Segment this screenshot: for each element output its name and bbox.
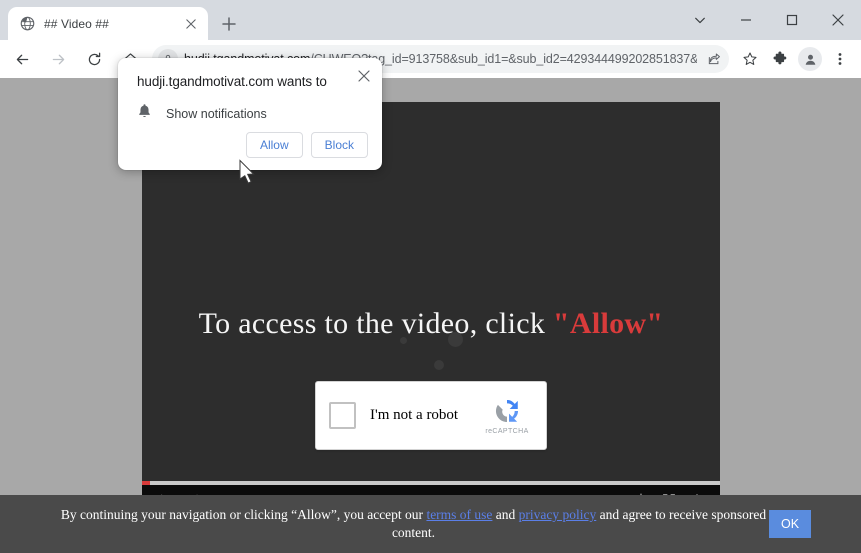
share-icon[interactable] xyxy=(703,48,725,70)
three-dot-menu-icon[interactable] xyxy=(826,45,854,73)
minimize-button[interactable] xyxy=(723,0,769,40)
puzzle-icon[interactable] xyxy=(766,45,794,73)
permission-dialog-actions: Allow Block xyxy=(245,132,368,158)
back-arrow-icon[interactable] xyxy=(7,44,37,74)
reload-icon[interactable] xyxy=(79,44,109,74)
avatar[interactable] xyxy=(798,47,822,71)
consent-text-part1: By continuing your navigation or clickin… xyxy=(60,507,427,522)
close-icon[interactable] xyxy=(354,66,374,86)
tab-close-icon[interactable] xyxy=(182,15,200,33)
block-button[interactable]: Block xyxy=(310,132,368,158)
video-overlay-headline: To access to the video, click "Allow" xyxy=(142,307,720,341)
privacy-policy-link[interactable]: privacy policy xyxy=(519,507,597,522)
new-tab-button[interactable] xyxy=(214,9,244,39)
consent-banner: By continuing your navigation or clickin… xyxy=(0,495,861,553)
consent-text: By continuing your navigation or clickin… xyxy=(16,506,769,542)
bell-icon xyxy=(137,103,152,124)
permission-dialog-title: hudji.tgandmotivat.com wants to xyxy=(137,74,327,89)
decorative-bubble xyxy=(434,360,444,370)
forward-arrow-icon[interactable] xyxy=(43,44,73,74)
permission-option-label: Show notifications xyxy=(166,106,267,121)
recaptcha-logo: reCAPTCHA xyxy=(481,396,533,435)
permission-option-row: Show notifications xyxy=(137,103,366,124)
close-window-button[interactable] xyxy=(815,0,861,40)
headline-accent: "Allow" xyxy=(552,307,664,340)
notification-permission-dialog: hudji.tgandmotivat.com wants to Show not… xyxy=(118,58,382,170)
star-icon[interactable] xyxy=(736,45,764,73)
recaptcha-brand: reCAPTCHA xyxy=(485,428,529,435)
tab-strip: ## Video ## xyxy=(0,0,861,40)
headline-prefix: To access to the video, click xyxy=(198,307,553,340)
maximize-button[interactable] xyxy=(769,0,815,40)
globe-icon xyxy=(19,16,35,32)
recaptcha-checkbox[interactable] xyxy=(329,402,356,429)
recaptcha-widget[interactable]: I'm not a robot reCAPTCHA xyxy=(315,381,547,450)
tab-search-button[interactable] xyxy=(677,0,723,40)
terms-of-use-link[interactable]: terms of use xyxy=(426,507,492,522)
allow-button[interactable]: Allow xyxy=(245,132,303,158)
recaptcha-label: I'm not a robot xyxy=(370,407,459,423)
consent-text-part2: and xyxy=(492,507,519,522)
consent-ok-button[interactable]: OK xyxy=(769,510,811,538)
window-controls xyxy=(677,0,861,40)
tab-title: ## Video ## xyxy=(44,16,109,31)
browser-tab[interactable]: ## Video ## xyxy=(8,7,208,40)
